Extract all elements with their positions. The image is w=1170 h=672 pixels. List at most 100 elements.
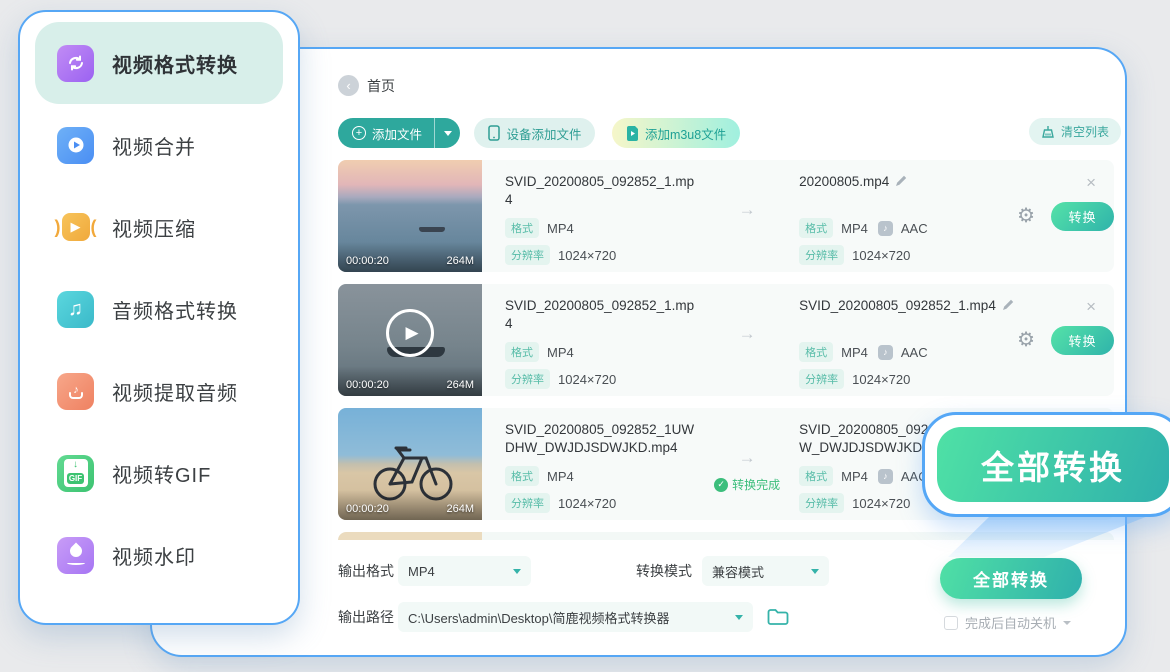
sidebar-item-video-merge[interactable]: 视频合并 bbox=[35, 104, 283, 186]
source-filename: SVID_20200805_092852_1.mp4 bbox=[505, 297, 695, 335]
sidebar-item-video-convert[interactable]: 视频格式转换 bbox=[35, 22, 283, 104]
output-path-value: C:\Users\admin\Desktop\简鹿视频格式转换器 bbox=[408, 608, 729, 627]
row-controls: ⚙ 转换 bbox=[1017, 284, 1114, 396]
convert-all-button-magnified[interactable]: 全部转换 bbox=[937, 427, 1169, 502]
video-merge-icon bbox=[57, 127, 94, 164]
video-thumbnail[interactable]: ▶ 00:00:20 264M bbox=[338, 284, 482, 396]
source-filename: SVID_20200805_092852_1.mp4 bbox=[505, 173, 695, 211]
video-thumbnail[interactable]: 00:00:20 264M bbox=[338, 160, 482, 272]
resolution-badge: 分辨率 bbox=[505, 369, 550, 389]
toolbar: + 添加文件 设备添加文件 添加m3u8文件 清空列表 bbox=[338, 118, 1114, 148]
resolution-value: 1024×720 bbox=[558, 248, 616, 263]
device-add-file-label: 设备添加文件 bbox=[506, 124, 581, 143]
folder-icon bbox=[767, 608, 789, 626]
sidebar: 视频格式转换 视频合并 )▶( 视频压缩 ♫ 音频格式转换 ♪ 视频提取音频 bbox=[18, 10, 300, 625]
format-value: MP4 bbox=[547, 469, 574, 484]
add-m3u8-label: 添加m3u8文件 bbox=[645, 124, 726, 143]
output-format-value: MP4 bbox=[408, 564, 507, 579]
resolution-value: 1024×720 bbox=[852, 248, 910, 263]
format-badge: 格式 bbox=[505, 342, 539, 362]
sidebar-item-label: 视频水印 bbox=[112, 541, 196, 570]
convert-all-button[interactable]: 全部转换 bbox=[940, 558, 1082, 599]
output-filename: SVID_20200805_092852_1.mp4 bbox=[799, 298, 996, 313]
format-badge: 格式 bbox=[799, 466, 833, 486]
phone-icon bbox=[488, 125, 500, 141]
resolution-badge: 分辨率 bbox=[505, 245, 550, 265]
add-file-button[interactable]: + 添加文件 bbox=[338, 118, 434, 148]
audio-codec-value: AAC bbox=[901, 221, 928, 236]
add-file-label: 添加文件 bbox=[372, 124, 422, 143]
gif-tag: GIF bbox=[67, 473, 84, 484]
convert-direction: → bbox=[695, 284, 799, 396]
auto-shutdown-checkbox[interactable] bbox=[944, 616, 958, 630]
clear-list-label: 清空列表 bbox=[1061, 123, 1109, 140]
resolution-badge: 分辨率 bbox=[799, 245, 844, 265]
device-add-file-button[interactable]: 设备添加文件 bbox=[474, 118, 595, 148]
sidebar-item-video-compress[interactable]: )▶( 视频压缩 bbox=[35, 186, 283, 268]
row-controls: ⚙ 转换 bbox=[1017, 160, 1114, 272]
resolution-badge: 分辨率 bbox=[799, 369, 844, 389]
gear-icon[interactable]: ⚙ bbox=[1017, 330, 1035, 350]
audio-convert-icon: ♫ bbox=[57, 291, 94, 328]
auto-shutdown-option: 完成后自动关机 bbox=[944, 613, 1071, 632]
add-m3u8-button[interactable]: 添加m3u8文件 bbox=[612, 118, 740, 148]
m3u8-file-icon bbox=[626, 126, 639, 141]
browse-folder-button[interactable] bbox=[767, 608, 789, 626]
format-value: MP4 bbox=[841, 469, 868, 484]
arrow-right-icon: → bbox=[739, 324, 756, 344]
convert-mode-select[interactable]: 兼容模式 bbox=[702, 556, 829, 586]
close-icon[interactable]: × bbox=[1086, 298, 1096, 315]
extract-audio-icon: ♪ bbox=[57, 373, 94, 410]
source-filename: SVID_20200805_092852_1UWDHW_DWJDJSDWJKD.… bbox=[505, 421, 695, 459]
gear-icon[interactable]: ⚙ bbox=[1017, 206, 1035, 226]
chevron-down-icon[interactable] bbox=[1063, 621, 1071, 625]
output-format-select[interactable]: MP4 bbox=[398, 556, 531, 586]
audio-codec-icon: ♪ bbox=[878, 345, 893, 360]
edit-pencil-icon[interactable] bbox=[1002, 299, 1014, 311]
convert-mode-label: 转换模式 bbox=[636, 561, 702, 581]
status-badge: ✓ 转换完成 bbox=[714, 476, 780, 493]
video-thumbnail bbox=[338, 532, 482, 540]
clear-list-button[interactable]: 清空列表 bbox=[1029, 118, 1121, 145]
back-icon: ‹ bbox=[346, 78, 350, 93]
auto-shutdown-label: 完成后自动关机 bbox=[965, 613, 1056, 632]
sidebar-item-label: 视频格式转换 bbox=[112, 49, 238, 78]
arrow-right-icon: → bbox=[739, 200, 756, 220]
video-duration: 00:00:20 bbox=[346, 503, 389, 515]
back-button[interactable]: ‹ bbox=[338, 75, 359, 96]
sidebar-item-audio-convert[interactable]: ♫ 音频格式转换 bbox=[35, 268, 283, 350]
chevron-down-icon bbox=[735, 615, 743, 620]
convert-mode-value: 兼容模式 bbox=[712, 562, 805, 581]
audio-codec-icon: ♪ bbox=[878, 469, 893, 484]
sidebar-item-watermark[interactable]: 视频水印 bbox=[35, 514, 283, 596]
output-path-select[interactable]: C:\Users\admin\Desktop\简鹿视频格式转换器 bbox=[398, 602, 753, 632]
sidebar-item-extract-audio[interactable]: ♪ 视频提取音频 bbox=[35, 350, 283, 432]
convert-direction: → bbox=[695, 160, 799, 272]
table-row: ▶ 00:00:20 264M SVID_20200805_092852_1.m… bbox=[338, 284, 1114, 396]
video-duration: 00:00:20 bbox=[346, 379, 389, 391]
format-value: MP4 bbox=[841, 221, 868, 236]
status-label: 转换完成 bbox=[732, 476, 780, 493]
table-row: 00:00:20 264M SVID_20200805_092852_1.mp4… bbox=[338, 160, 1114, 272]
convert-button[interactable]: 转换 bbox=[1051, 326, 1114, 355]
convert-button[interactable]: 转换 bbox=[1051, 202, 1114, 231]
chevron-down-icon bbox=[444, 131, 452, 136]
convert-all-callout: 全部转换 bbox=[922, 412, 1170, 517]
output-info: SVID_20200805_092852_1.mp4 格式 MP4 ♪ AAC … bbox=[799, 284, 1015, 396]
add-file-dropdown[interactable] bbox=[434, 118, 460, 148]
video-size: 264M bbox=[446, 503, 474, 515]
video-thumbnail[interactable]: 00:00:20 264M bbox=[338, 408, 482, 520]
format-value: MP4 bbox=[841, 345, 868, 360]
plus-icon: + bbox=[352, 126, 366, 140]
video-to-gif-icon: ↓ GIF bbox=[57, 455, 94, 492]
source-info: SVID_20200805_092852_1UWDHW_DWJDJSDWJKD.… bbox=[505, 408, 695, 520]
format-badge: 格式 bbox=[799, 218, 833, 238]
close-icon[interactable]: × bbox=[1086, 174, 1096, 191]
video-size: 264M bbox=[446, 379, 474, 391]
play-icon[interactable]: ▶ bbox=[386, 309, 434, 357]
check-circle-icon: ✓ bbox=[714, 478, 728, 492]
sidebar-item-video-to-gif[interactable]: ↓ GIF 视频转GIF bbox=[35, 432, 283, 514]
watermark-icon bbox=[57, 537, 94, 574]
resolution-value: 1024×720 bbox=[558, 372, 616, 387]
edit-pencil-icon[interactable] bbox=[895, 175, 907, 187]
